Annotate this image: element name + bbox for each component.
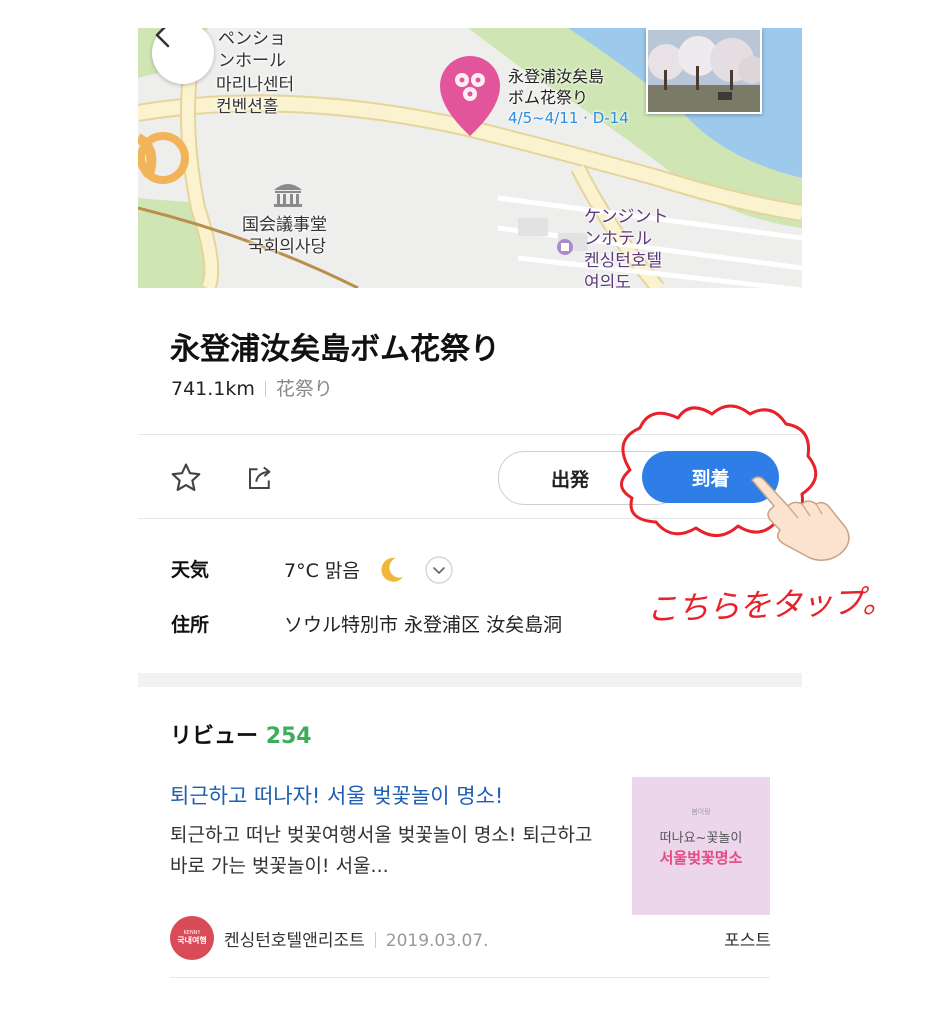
reviews-heading-label: リビュー <box>170 724 259 749</box>
place-title: 永登浦汝矣島ボム花祭り <box>170 332 500 367</box>
divider <box>170 977 770 978</box>
thumb-small-text: 봄이랑 <box>691 808 711 816</box>
distance-text: 741.1km <box>171 378 255 400</box>
review-type: 포스트 <box>724 931 771 951</box>
section-separator <box>138 673 802 687</box>
thumb-line2: 서울벚꽃명소 <box>659 849 743 867</box>
reviews-count: 254 <box>265 724 312 749</box>
meta-divider <box>374 932 376 948</box>
crescent-moon-icon <box>381 557 403 582</box>
weather-value: 7°C 맑음 <box>284 560 360 582</box>
share-button[interactable] <box>240 458 280 498</box>
pin-date: 4/5~4/11 · D-14 <box>508 109 629 127</box>
weather-label: 天気 <box>171 559 210 581</box>
star-outline-icon <box>171 463 201 491</box>
reviews-heading: リビュー 254 <box>170 718 312 750</box>
weather-row: 7°C 맑음 <box>284 555 454 585</box>
map-label-venue-ko: 마리나센터 컨벤션홀 <box>216 75 295 117</box>
map-label-hotel-ja: ケンジント ンホテル <box>584 207 669 249</box>
pin-label[interactable]: 永登浦汝矣島 ボム花祭り 4/5~4/11 · D-14 <box>508 66 629 129</box>
place-meta: 741.1km 花祭り <box>171 374 333 401</box>
address-label: 住所 <box>171 614 210 636</box>
place-photo-thumbnail[interactable] <box>646 28 762 114</box>
thumb-line1: 떠나요~꽃놀이 <box>659 831 743 846</box>
category-text: 花祭り <box>275 378 333 400</box>
review-author-row: 켄싱턴호텔앤리조트 2019.03.07. <box>224 926 489 951</box>
depart-label: 出発 <box>550 468 589 491</box>
author-name[interactable]: 켄싱턴호텔앤리조트 <box>224 931 365 951</box>
weather-expand-button[interactable] <box>424 555 454 585</box>
review-snippet[interactable]: 퇴근하고 떠난 벚꽃여행서울 벚꽃놀이 명소! 퇴근하고 바로 가는 벚꽃놀이!… <box>170 820 600 882</box>
map-label-assembly-ja: 国会議事堂 <box>242 215 327 235</box>
pin-title: 永登浦汝矣島 ボム花祭り <box>508 67 605 107</box>
author-avatar[interactable]: KENNY 국내여행 <box>170 916 214 960</box>
map-view[interactable]: ペンショ ンホール 마리나센터 컨벤션홀 国会議事堂 국회의사당 ケンジント ン… <box>138 28 802 288</box>
address-value: ソウル特別市 永登浦区 汝矣島洞 <box>284 614 563 636</box>
place-detail-screen: ペンショ ンホール 마리나센터 컨벤션홀 国会議事堂 국회의사당 ケンジント ン… <box>138 28 802 1024</box>
pointing-hand-icon <box>751 476 850 561</box>
review-thumbnail[interactable]: 봄이랑 떠나요~꽃놀이 서울벚꽃명소 <box>632 777 770 915</box>
share-icon <box>249 466 271 489</box>
favorite-button[interactable] <box>166 458 206 498</box>
divider <box>138 434 802 435</box>
meta-divider <box>264 381 266 397</box>
map-label-assembly-ko: 국회의사당 <box>248 237 327 257</box>
map-label-hotel-ko: 켄싱턴호텔 여의도 <box>584 251 663 288</box>
chevron-left-icon <box>155 28 170 48</box>
avatar-line2: 국내여행 <box>177 936 207 945</box>
annotation-text: こちらをタップ。 <box>645 581 894 629</box>
review-date: 2019.03.07. <box>385 931 489 951</box>
divider <box>138 518 802 519</box>
cherry-tree-photo <box>648 30 760 112</box>
review-title-link[interactable]: 퇴근하고 떠나자! 서울 벚꽃놀이 명소! <box>170 780 503 810</box>
map-label-venue-ja: ペンショ ンホール <box>218 29 286 71</box>
